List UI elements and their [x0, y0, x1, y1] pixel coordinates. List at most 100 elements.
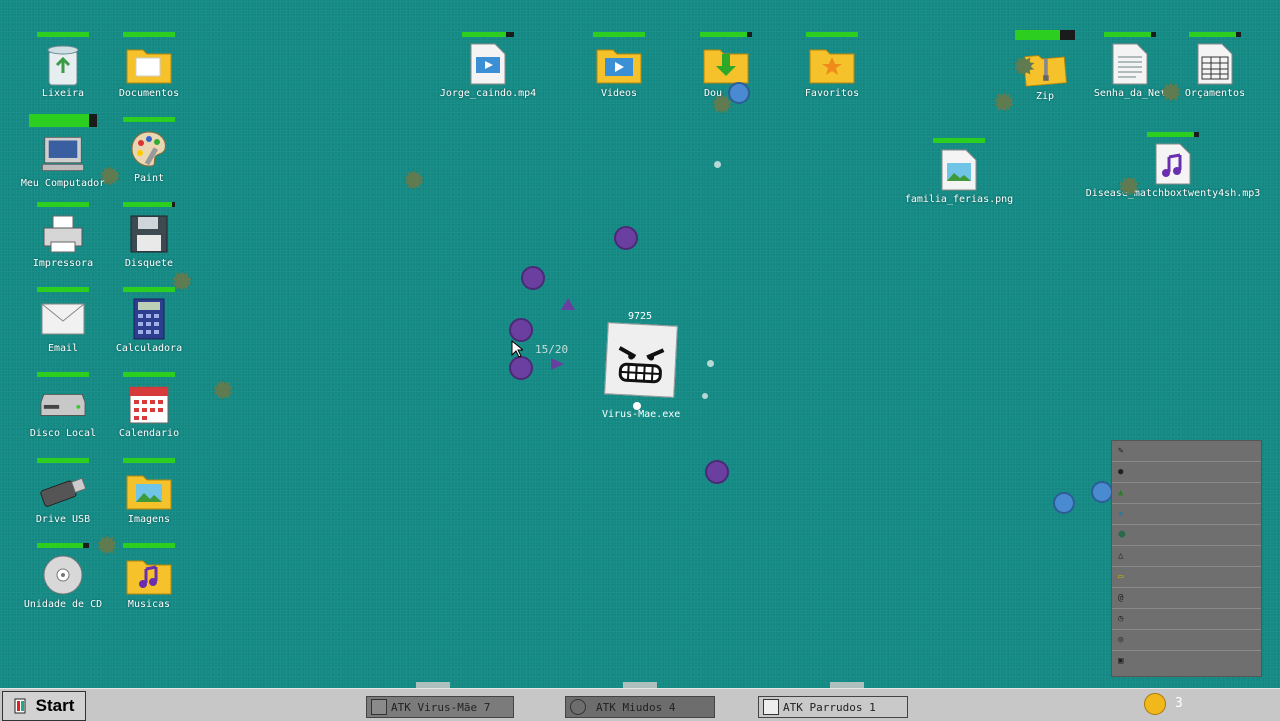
virus-enemy — [213, 380, 233, 400]
slot-card-icon[interactable]: ▭ — [1112, 567, 1261, 588]
upgrade-panel: ✎ ● ▲ ✹ ⬢ △ ▭ @ ◷ ◎ ▣ — [1111, 440, 1262, 677]
angry-face-icon — [618, 346, 665, 384]
icon-documentos[interactable]: Documentos — [99, 32, 199, 116]
icon-jorge-caindo[interactable]: Jorge_caindo.mp4 — [438, 32, 538, 116]
icon-disco-local[interactable]: Disco Local — [13, 372, 113, 456]
slot-clock-icon[interactable]: ◷ — [1112, 609, 1261, 630]
icon-meu-computador[interactable]: Meu Computador — [13, 114, 113, 198]
icon-orcamentos[interactable]: Orçamentos — [1165, 32, 1265, 116]
ally-blob — [728, 82, 750, 104]
icon-calendario[interactable]: Calendario — [99, 372, 199, 456]
ammo-counter: 15/20 — [535, 343, 569, 356]
video-file-icon — [465, 41, 511, 87]
health-bar — [123, 287, 175, 292]
icon-imagens[interactable]: Imagens — [99, 458, 199, 542]
health-bar — [1147, 132, 1199, 137]
mouse-cursor-icon — [511, 340, 523, 358]
icon-videos[interactable]: Videos — [569, 32, 669, 116]
health-bar — [37, 32, 89, 37]
triangle-icon: △ — [1118, 551, 1124, 561]
health-bar — [123, 32, 175, 37]
drop-icon: ▲ — [1118, 488, 1124, 498]
health-bar — [37, 287, 89, 292]
virus-icon — [570, 699, 586, 715]
icon-familia-ferias[interactable]: familia_ferias.png — [905, 138, 1013, 222]
icon-label: Unidade de CD — [23, 599, 103, 610]
envelope-icon — [40, 296, 86, 342]
icon-label: Videos — [600, 88, 638, 99]
palette-icon — [126, 126, 172, 172]
card-icon: ▭ — [1118, 572, 1124, 582]
health-bar — [933, 138, 985, 143]
star-folder-icon — [809, 41, 855, 87]
health-bar — [700, 32, 752, 37]
icon-unidade-de-cd[interactable]: Unidade de CD — [13, 543, 113, 627]
icon-label: Disco Local — [29, 428, 97, 439]
health-bar — [1015, 30, 1075, 40]
shield-icon: ⬢ — [1118, 530, 1126, 540]
computer-icon — [40, 131, 86, 177]
icon-label: Meu Computador — [20, 178, 106, 189]
hard-drive-icon — [40, 381, 86, 427]
slot-box-icon[interactable]: ▣ — [1112, 651, 1261, 671]
icon-drive-usb[interactable]: Drive USB — [13, 458, 113, 542]
icon-label: familia_ferias.png — [904, 194, 1014, 205]
icon-musicas[interactable]: Musicas — [99, 543, 199, 627]
icon-label: Calculadora — [115, 343, 183, 354]
icon-favoritos[interactable]: Favoritos — [782, 32, 882, 116]
start-logo-icon — [14, 698, 26, 714]
coin-count: 3 — [1175, 696, 1183, 711]
download-folder-icon — [703, 41, 749, 87]
recycle-bin-icon — [40, 41, 86, 87]
icon-label: Email — [47, 343, 79, 354]
folder-icon — [126, 41, 172, 87]
slot-swirl-icon[interactable]: @ — [1112, 588, 1261, 609]
calendar-icon — [126, 381, 172, 427]
coin-icon — [1144, 693, 1166, 715]
slot-shield-icon[interactable]: ⬢ — [1112, 525, 1261, 546]
icon-label: Musicas — [127, 599, 171, 610]
ally-blob — [1091, 481, 1113, 503]
health-bar — [37, 202, 89, 207]
slot-bomb-icon[interactable]: ● — [1112, 462, 1261, 483]
slot-drop-icon[interactable]: ▲ — [1112, 483, 1261, 504]
video-folder-icon — [596, 41, 642, 87]
floppy-icon — [126, 211, 172, 257]
icon-label: Imagens — [127, 514, 171, 525]
health-bar — [123, 117, 175, 122]
icon-lixeira[interactable]: Lixeira — [13, 32, 113, 116]
health-bar — [462, 32, 514, 37]
icon-impressora[interactable]: Impressora — [13, 202, 113, 286]
start-button[interactable]: Start — [2, 691, 86, 721]
health-bar — [37, 372, 89, 377]
enemy-blob — [509, 318, 533, 342]
health-bar — [806, 32, 858, 37]
icon-label: Senha_da_Net — [1093, 88, 1167, 99]
icon-label: Lixeira — [41, 88, 85, 99]
slot-triangle-icon[interactable]: △ — [1112, 546, 1261, 567]
health-bar — [1189, 32, 1241, 37]
image-folder-icon — [126, 467, 172, 513]
enemy-triangle — [551, 358, 564, 370]
icon-disquete[interactable]: Disquete — [99, 202, 199, 286]
image-file-icon — [936, 147, 982, 193]
task-atk-virus-mae[interactable]: ATK Virus-Mãe 7 — [366, 696, 514, 718]
icon-calculadora[interactable]: Calculadora — [99, 287, 199, 371]
health-bar — [123, 458, 175, 463]
health-bar — [1104, 32, 1156, 37]
slot-target-icon[interactable]: ◎ — [1112, 630, 1261, 651]
icon-paint[interactable]: Paint — [99, 117, 199, 201]
task-atk-miudos[interactable]: ATK Miudos 4 — [565, 696, 715, 718]
icon-disease-mp3[interactable]: Disease_matchboxtwenty4sh.mp3 — [1086, 132, 1260, 216]
task-atk-parrudos[interactable]: ATK Parrudos 1 — [758, 696, 908, 718]
virus-enemy — [404, 170, 424, 190]
icon-email[interactable]: Email — [13, 287, 113, 371]
game-desktop[interactable]: Lixeira Documentos Meu Computador Paint … — [0, 0, 1280, 688]
slot-pencil-icon[interactable]: ✎ — [1112, 441, 1261, 462]
projectile — [714, 161, 721, 168]
music-folder-icon — [126, 552, 172, 598]
slot-gear-icon[interactable]: ✹ — [1112, 504, 1261, 525]
enemy-blob — [705, 460, 729, 484]
boss-virus-mae[interactable] — [604, 322, 678, 398]
health-bar — [29, 114, 97, 127]
